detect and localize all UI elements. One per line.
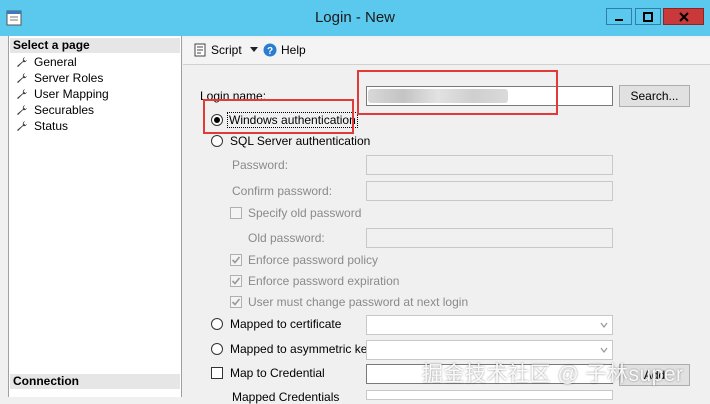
old-password-label: Old password: <box>248 231 325 245</box>
confirm-password-label: Confirm password: <box>232 184 333 198</box>
select-page-pane: Select a page General Server Roles User … <box>8 36 182 397</box>
sql-auth-label: SQL Server authentication <box>230 134 371 148</box>
enforce-policy-checkbox[interactable] <box>230 254 242 266</box>
help-label: Help <box>281 43 306 57</box>
password-input[interactable] <box>366 155 613 175</box>
specify-old-password-checkbox[interactable] <box>230 207 242 219</box>
wrench-icon <box>17 73 27 83</box>
maximize-button[interactable] <box>635 8 661 25</box>
select-page-header: Select a page <box>10 38 180 53</box>
watermark-text: 掘金技术社区 @ 子林super <box>422 363 684 386</box>
mapped-certificate-radio[interactable] <box>211 318 223 330</box>
script-label: Script <box>211 43 242 57</box>
certificate-select[interactable] <box>366 315 613 335</box>
page-item-label: Status <box>34 119 69 133</box>
help-icon: ? <box>263 43 277 57</box>
login-name-highlight-box <box>357 70 558 115</box>
close-icon <box>678 11 689 22</box>
map-credential-checkbox[interactable] <box>211 367 223 379</box>
specify-old-password-label: Specify old password <box>248 206 362 220</box>
enforce-policy-label: Enforce password policy <box>248 253 379 267</box>
wrench-icon <box>17 121 27 131</box>
chevron-down-icon <box>600 347 608 353</box>
mapped-credentials-label: Mapped Credentials <box>232 390 340 404</box>
page-item-user-mapping[interactable]: User Mapping <box>16 86 109 102</box>
page-item-status[interactable]: Status <box>16 118 68 134</box>
help-button[interactable]: ? Help <box>263 43 306 57</box>
page-item-securables[interactable]: Securables <box>16 102 94 118</box>
password-label: Password: <box>232 158 289 172</box>
chevron-down-icon <box>600 322 608 328</box>
svg-text:?: ? <box>267 46 273 57</box>
script-icon <box>194 43 206 57</box>
page-item-label: Server Roles <box>34 71 104 85</box>
must-change-label: User must change password at next login <box>248 295 469 309</box>
minimize-button[interactable] <box>606 8 632 25</box>
wrench-icon <box>17 57 27 67</box>
maximize-icon <box>643 11 653 22</box>
page-item-label: User Mapping <box>34 87 109 101</box>
asymmetric-key-select[interactable] <box>366 340 613 360</box>
wrench-icon <box>17 89 27 99</box>
connection-header: Connection <box>10 374 180 389</box>
script-button[interactable]: Script <box>193 43 258 57</box>
toolbar: Script ? Help <box>183 38 710 65</box>
close-button[interactable] <box>663 8 704 25</box>
search-button[interactable]: Search... <box>619 85 690 107</box>
title-bar: Login - New <box>0 0 710 36</box>
confirm-password-input[interactable] <box>366 181 613 201</box>
map-credential-label: Map to Credential <box>230 366 325 380</box>
checkmark-icon <box>231 298 241 306</box>
page-item-label: Securables <box>34 103 95 117</box>
old-password-input[interactable] <box>366 228 613 248</box>
windows-auth-highlight-box <box>203 99 354 134</box>
page-item-label: General <box>34 55 77 69</box>
must-change-checkbox[interactable] <box>230 296 242 308</box>
checkmark-icon <box>231 256 241 264</box>
window-title: Login - New <box>314 9 396 26</box>
minimize-icon <box>615 18 623 21</box>
enforce-expiration-label: Enforce password expiration <box>248 274 400 288</box>
mapped-certificate-label: Mapped to certificate <box>230 317 342 331</box>
page-item-general[interactable]: General <box>16 54 77 70</box>
chevron-down-icon[interactable] <box>249 47 258 53</box>
page-item-server-roles[interactable]: Server Roles <box>16 70 103 86</box>
mapped-asymmetric-radio[interactable] <box>211 343 223 355</box>
checkmark-icon <box>231 277 241 285</box>
mapped-credentials-list[interactable] <box>366 390 613 400</box>
wrench-icon <box>17 105 27 115</box>
mapped-asymmetric-label: Mapped to asymmetric key <box>230 342 374 356</box>
sql-auth-radio[interactable] <box>211 135 223 147</box>
enforce-expiration-checkbox[interactable] <box>230 275 242 287</box>
